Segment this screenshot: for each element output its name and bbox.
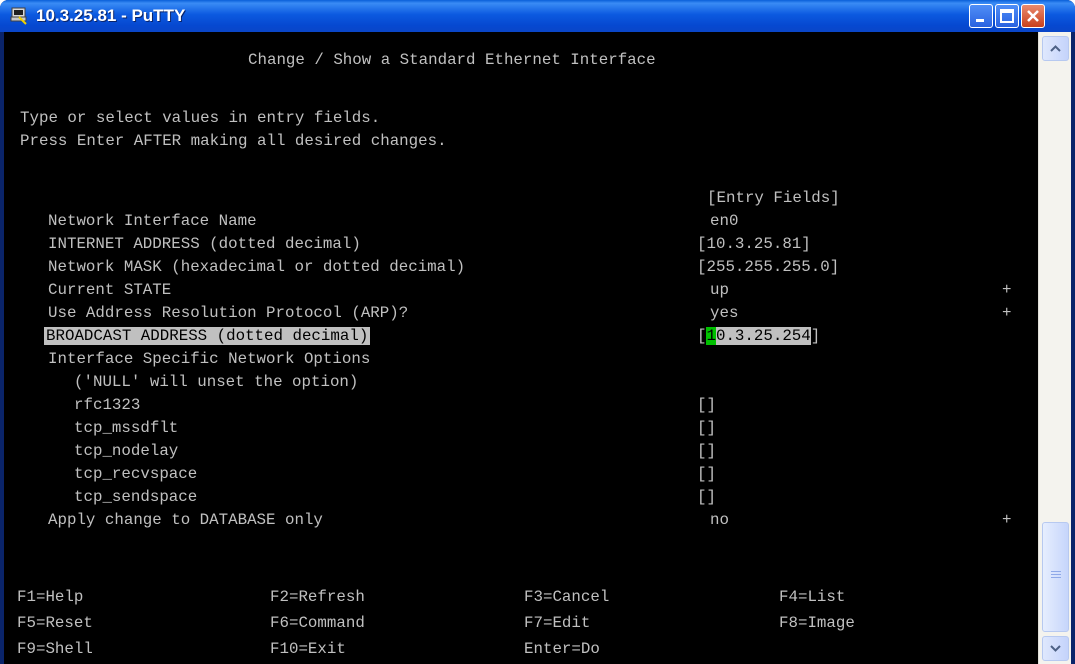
close-icon (1027, 10, 1039, 22)
arrow-down-icon (1050, 645, 1061, 652)
field-label: tcp_sendspace (74, 488, 198, 506)
arrow-up-icon (1050, 45, 1061, 52)
scroll-thumb[interactable] (1042, 522, 1069, 632)
function-key-f2: F2=Refresh (270, 588, 365, 606)
function-key-f7: F7=Edit (524, 614, 591, 632)
maximize-button[interactable] (995, 4, 1019, 28)
broadcast-address-field[interactable]: [10.3.25.254] (697, 325, 820, 348)
function-key-f1: F1=Help (17, 588, 84, 606)
putty-icon[interactable] (10, 7, 28, 25)
field-value[interactable]: [] (697, 486, 716, 509)
instruction-line: Press Enter AFTER making all desired cha… (20, 132, 447, 150)
field-label: Use Address Resolution Protocol (ARP)? (48, 304, 409, 322)
maximize-icon (1000, 9, 1014, 23)
function-key-f4: F4=List (779, 588, 846, 606)
entry-fields-header: [Entry Fields] (707, 189, 840, 207)
field-label: tcp_mssdflt (74, 419, 179, 437)
screen-header: Change / Show a Standard Ethernet Interf… (248, 51, 656, 69)
field-label: Interface Specific Network Options (48, 350, 371, 368)
field-label: INTERNET ADDRESS (dotted decimal) (48, 235, 361, 253)
field-label: Current STATE (48, 281, 172, 299)
scroll-down-button[interactable] (1042, 636, 1069, 661)
title-bar[interactable]: 10.3.25.81 - PuTTY (0, 0, 1075, 32)
function-key-f8: F8=Image (779, 614, 855, 632)
field-value[interactable]: [10.3.25.81] (697, 233, 811, 256)
terminal-screen[interactable]: Change / Show a Standard Ethernet Interf… (4, 32, 1038, 664)
field-label-selected: BROADCAST ADDRESS (dotted decimal) (44, 327, 371, 345)
field-label: Apply change to DATABASE only (48, 511, 323, 529)
field-label: Network Interface Name (48, 212, 257, 230)
function-key-f6: F6=Command (270, 614, 365, 632)
function-key-f10: F10=Exit (270, 640, 346, 658)
field-label: tcp_recvspace (74, 465, 198, 483)
function-key-enter: Enter=Do (524, 640, 600, 658)
function-key-f9: F9=Shell (17, 640, 93, 658)
field-value[interactable]: no (710, 509, 729, 532)
vertical-scrollbar[interactable] (1038, 32, 1071, 664)
field-note: ('NULL' will unset the option) (74, 373, 359, 391)
list-marker: + (1002, 281, 1012, 299)
field-value[interactable]: yes (710, 302, 738, 325)
list-marker: + (1002, 511, 1012, 529)
field-value[interactable]: [255.255.255.0] (697, 256, 839, 279)
list-marker: + (1002, 304, 1012, 322)
close-button[interactable] (1021, 4, 1045, 28)
putty-window: 10.3.25.81 - PuTTY Change / Show a Stand… (0, 0, 1075, 664)
field-value[interactable]: [] (697, 417, 716, 440)
field-value: en0 (710, 212, 739, 230)
window-title: 10.3.25.81 - PuTTY (36, 6, 186, 25)
instruction-line: Type or select values in entry fields. (20, 109, 381, 127)
grip-icon (1051, 571, 1061, 580)
minimize-icon (976, 19, 984, 22)
field-label: rfc1323 (74, 396, 141, 414)
minimize-button[interactable] (969, 4, 993, 28)
client-area: Change / Show a Standard Ethernet Interf… (4, 32, 1071, 664)
field-label: Network MASK (hexadecimal or dotted deci… (48, 258, 466, 276)
function-key-f5: F5=Reset (17, 614, 93, 632)
function-key-f3: F3=Cancel (524, 588, 610, 606)
field-label: tcp_nodelay (74, 442, 179, 460)
field-value[interactable]: [] (697, 463, 716, 486)
field-value[interactable]: [] (697, 394, 716, 417)
scroll-up-button[interactable] (1042, 36, 1069, 61)
field-value[interactable]: [] (697, 440, 716, 463)
field-value[interactable]: up (710, 279, 729, 302)
text-cursor: 1 (706, 327, 716, 345)
